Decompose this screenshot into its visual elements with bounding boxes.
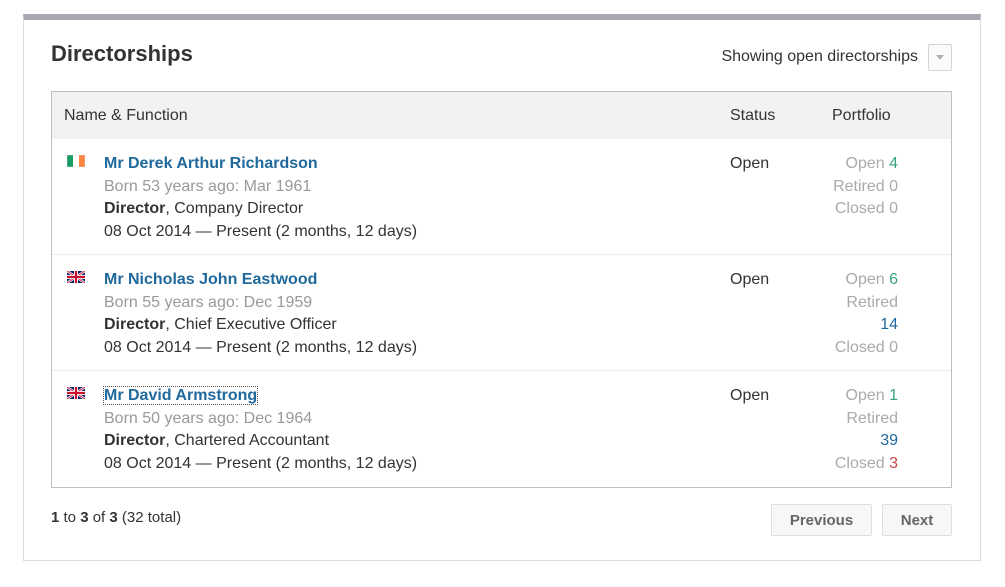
status-value: Open xyxy=(730,387,770,404)
directorships-card: Directorships Showing open directorships… xyxy=(23,14,981,561)
page-to-word: to xyxy=(63,509,77,526)
portfolio-open: Open 4 xyxy=(845,155,899,172)
portfolio-closed: Closed 0 xyxy=(834,338,898,356)
total-count: (32 total) xyxy=(121,509,182,526)
page-to: 3 xyxy=(80,509,89,526)
pagination-info: 1 to 3 of 3 (32 total) xyxy=(51,509,181,526)
previous-button[interactable]: Previous xyxy=(771,504,872,536)
portfolio-retired: Retired 39 xyxy=(846,409,898,450)
directorship-filter: Showing open directorships xyxy=(721,43,952,71)
table-row: Mr Derek Arthur Richardson Born 53 years… xyxy=(52,139,951,255)
director-role: Director, Chief Executive Officer xyxy=(104,314,417,337)
role-title: Director xyxy=(104,316,166,333)
director-name-link[interactable]: Mr David Armstrong xyxy=(102,386,259,405)
filter-label: Showing open directorships xyxy=(721,48,918,65)
ireland-flag-icon xyxy=(67,155,85,167)
uk-flag-icon xyxy=(67,271,85,283)
directorships-table: Name & Function Status Portfolio Mr Dere… xyxy=(51,91,952,488)
status-value: Open xyxy=(730,155,770,172)
filter-dropdown-button[interactable] xyxy=(928,43,952,71)
role-title: Director xyxy=(104,200,166,217)
portfolio-closed: Closed 3 xyxy=(834,454,898,472)
portfolio-counts: Open 6 Retired 14 Closed 0 xyxy=(832,269,898,359)
card-title: Directorships xyxy=(51,41,193,66)
table-row: Mr Nicholas John Eastwood Born 55 years … xyxy=(52,255,951,371)
role-title: Director xyxy=(104,432,166,449)
role-function: , Company Director xyxy=(165,200,304,217)
uk-flag-icon xyxy=(67,387,85,399)
header-status: Status xyxy=(730,107,776,124)
header-portfolio: Portfolio xyxy=(832,107,891,124)
status-value: Open xyxy=(730,271,770,288)
page-of: 3 xyxy=(109,509,118,526)
portfolio-closed: Closed 0 xyxy=(834,200,898,217)
page-from: 1 xyxy=(51,509,60,526)
chevron-down-icon xyxy=(936,54,944,60)
role-function: , Chartered Accountant xyxy=(165,432,330,449)
portfolio-counts: Open 4 Retired 0 Closed 0 xyxy=(832,153,898,221)
portfolio-open: Open 1 xyxy=(845,387,899,404)
appointment-dates: 08 Oct 2014 — Present (2 months, 12 days… xyxy=(104,454,418,472)
appointment-dates: 08 Oct 2014 — Present (2 months, 12 days… xyxy=(104,338,418,356)
table-header: Name & Function Status Portfolio xyxy=(52,92,951,139)
portfolio-retired: Retired 0 xyxy=(833,177,898,195)
director-role: Director, Company Director xyxy=(104,198,417,221)
header-name-function: Name & Function xyxy=(64,107,188,124)
portfolio-counts: Open 1 Retired 39 Closed 3 xyxy=(832,385,898,475)
appointment-dates: 08 Oct 2014 — Present (2 months, 12 days… xyxy=(104,222,418,240)
director-role: Director, Chartered Accountant xyxy=(104,430,417,453)
director-born: Born 53 years ago: Mar 1961 xyxy=(104,177,312,195)
director-details: Mr David Armstrong Born 50 years ago: De… xyxy=(102,385,418,475)
director-born: Born 50 years ago: Dec 1964 xyxy=(104,409,313,427)
portfolio-retired: Retired 14 xyxy=(846,293,898,334)
page-of-word: of xyxy=(92,509,106,526)
portfolio-open: Open 6 xyxy=(845,271,899,288)
director-details: Mr Derek Arthur Richardson Born 53 years… xyxy=(104,153,417,243)
table-row: Mr David Armstrong Born 50 years ago: De… xyxy=(52,371,951,487)
director-details: Mr Nicholas John Eastwood Born 55 years … xyxy=(104,269,417,359)
director-name-link[interactable]: Mr Derek Arthur Richardson xyxy=(104,155,318,172)
director-born: Born 55 years ago: Dec 1959 xyxy=(104,293,313,311)
director-name-link[interactable]: Mr Nicholas John Eastwood xyxy=(104,271,317,288)
next-button[interactable]: Next xyxy=(882,504,952,536)
role-function: , Chief Executive Officer xyxy=(165,316,337,333)
